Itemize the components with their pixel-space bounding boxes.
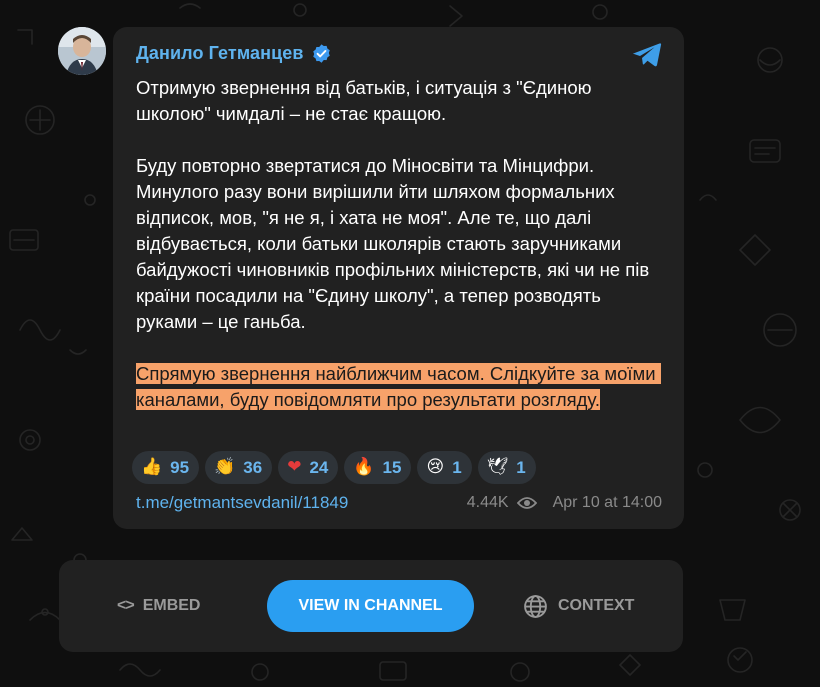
- view-in-channel-button[interactable]: VIEW IN CHANNEL: [267, 580, 474, 632]
- post-meta: 4.44K Apr 10 at 14:00: [467, 494, 662, 512]
- post-link[interactable]: t.me/getmantsevdanil/11849: [136, 493, 348, 513]
- reaction-count: 95: [170, 457, 190, 477]
- author-name[interactable]: Данило Гетманцев: [136, 43, 304, 64]
- view-count: 4.44K: [466, 494, 509, 511]
- reaction-clap[interactable]: 👏 36: [205, 451, 273, 484]
- reaction-dove[interactable]: 🕊 1: [477, 451, 536, 484]
- reactions-row: 👍 95 👏 36 ❤ 24 🔥 15 😢 1 🕊 1: [132, 451, 536, 484]
- reaction-count: 1: [452, 457, 462, 477]
- reaction-thumbs-up[interactable]: 👍 95: [132, 451, 200, 484]
- telegram-plane-icon[interactable]: [632, 41, 662, 69]
- reaction-heart[interactable]: ❤ 24: [278, 451, 339, 484]
- dove-icon: 🕊: [486, 457, 509, 477]
- reaction-count: 36: [243, 457, 263, 477]
- thumbs-up-icon: 👍: [141, 457, 163, 477]
- verified-badge-icon: [312, 44, 330, 63]
- crying-face-icon: 😢: [426, 457, 445, 477]
- avatar-portrait: [58, 27, 106, 75]
- reaction-count: 1: [516, 457, 526, 477]
- highlighted-text: Спрямую звернення найближчим часом. Слід…: [136, 363, 661, 410]
- reaction-count: 15: [382, 457, 402, 477]
- reaction-fire[interactable]: 🔥 15: [344, 451, 412, 484]
- globe-icon: [524, 594, 547, 618]
- post-paragraph-1: Отримую звернення від батьків, і ситуаці…: [136, 77, 597, 124]
- reaction-count: 24: [309, 457, 329, 477]
- post-paragraph-3: Спрямую звернення найближчим часом. Слід…: [136, 361, 666, 413]
- reaction-crying[interactable]: 😢 1: [417, 451, 472, 484]
- embed-button[interactable]: <> EMBED: [117, 588, 200, 624]
- post-date: Apr 10 at 14:00: [552, 494, 662, 511]
- post-paragraph-2: Буду повторно звертатися до Міносвіти та…: [136, 155, 655, 332]
- context-button[interactable]: CONTEXT: [523, 588, 634, 624]
- clap-icon: 👏: [214, 457, 236, 477]
- heart-icon: ❤: [287, 457, 302, 477]
- embed-label: EMBED: [142, 597, 201, 614]
- code-icon: <>: [117, 597, 135, 614]
- post-text: Отримую звернення від батьків, і ситуаці…: [136, 75, 666, 413]
- post-footer: t.me/getmantsevdanil/11849 4.44K Apr 10 …: [136, 493, 662, 513]
- context-label: CONTEXT: [558, 597, 635, 614]
- fire-icon: 🔥: [353, 457, 375, 477]
- author-avatar[interactable]: [58, 27, 106, 75]
- action-bar: <> EMBED VIEW IN CHANNEL CONTEXT: [59, 560, 683, 652]
- eye-icon: [516, 497, 537, 509]
- post-card: Данило Гетманцев Отримую звернення від б…: [113, 27, 684, 529]
- author-row: Данило Гетманцев: [136, 43, 332, 64]
